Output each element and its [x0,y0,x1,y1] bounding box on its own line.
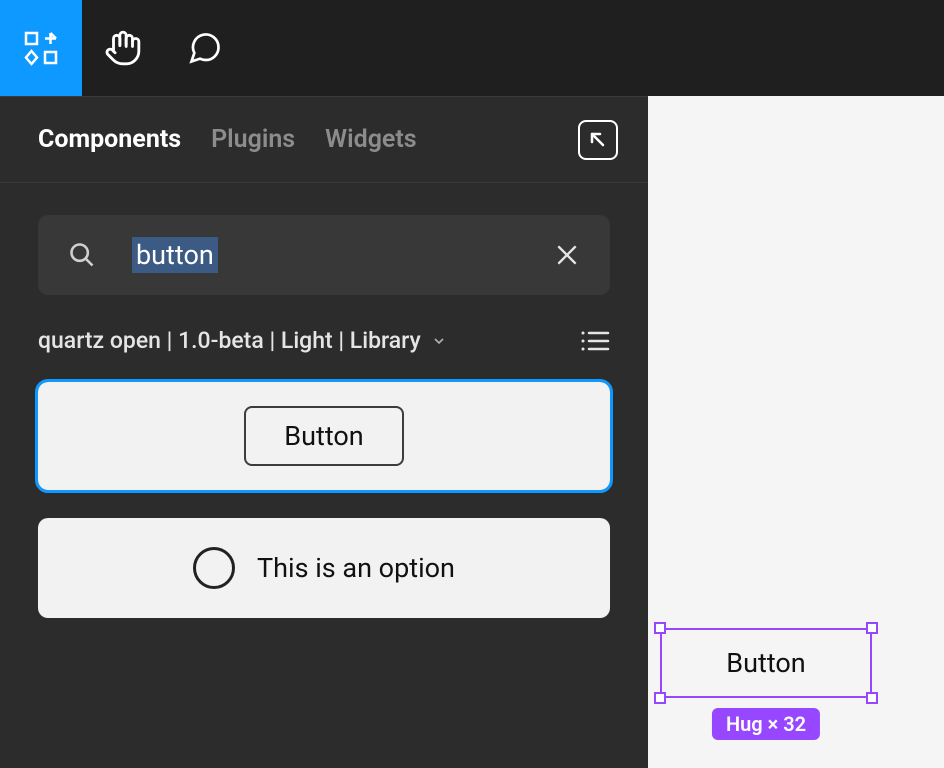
result-card-button[interactable]: Button [38,382,610,490]
app-root: Components Plugins Widgets button [0,0,944,768]
preview-button: Button [244,406,403,466]
tab-components[interactable]: Components [38,125,181,154]
top-toolbar [0,0,944,96]
canvas-selection[interactable]: Button Hug × 32 [660,628,872,698]
panel-header: Components Plugins Widgets [0,97,648,183]
resources-icon [23,30,59,66]
library-breadcrumb[interactable]: quartz open | 1.0-beta | Light | Library [38,327,447,354]
resize-handle-br[interactable] [866,692,878,704]
result-card-option[interactable]: This is an option [38,518,610,618]
expand-corner-icon [588,130,608,150]
chevron-down-icon [431,333,447,349]
resources-tool-button[interactable] [0,0,82,96]
comment-icon [187,30,223,66]
close-icon[interactable] [554,242,580,268]
panel-body: button quartz open | 1.0-beta | Light | … [0,183,648,618]
search-input[interactable]: button [38,215,610,295]
hand-icon [104,29,142,67]
comment-tool-button[interactable] [164,0,246,96]
size-badge: Hug × 32 [712,708,820,740]
canvas[interactable]: Button Hug × 32 [648,96,944,768]
preview-option-label: This is an option [257,552,455,584]
radio-icon [193,547,235,589]
results-list: Button This is an option [38,382,610,618]
resize-handle-tr[interactable] [866,622,878,634]
resize-handle-bl[interactable] [654,692,666,704]
tab-plugins[interactable]: Plugins [211,125,295,154]
search-icon [68,241,96,269]
hand-tool-button[interactable] [82,0,164,96]
expand-panel-button[interactable] [578,120,618,160]
breadcrumb-row: quartz open | 1.0-beta | Light | Library [38,327,610,354]
preview-option: This is an option [193,547,455,589]
assets-panel: Components Plugins Widgets button [0,96,648,768]
panel-tabs: Components Plugins Widgets [38,125,417,154]
tab-widgets[interactable]: Widgets [325,125,416,154]
resize-handle-tl[interactable] [654,622,666,634]
search-value: button [132,242,218,269]
breadcrumb-text: quartz open | 1.0-beta | Light | Library [38,327,421,354]
selection-frame: Button [660,628,872,698]
canvas-button-label: Button [726,647,805,679]
list-view-icon[interactable] [580,329,610,353]
